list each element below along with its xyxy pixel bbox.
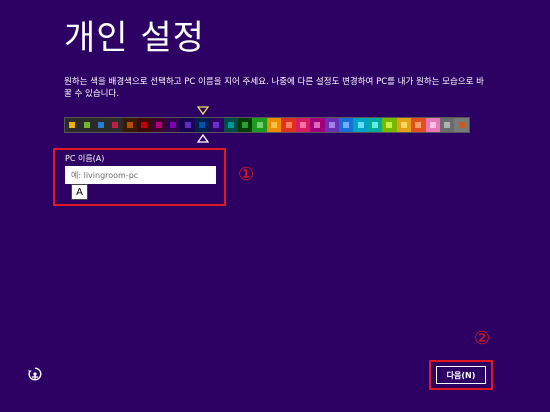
color-swatch[interactable]	[165, 118, 181, 132]
color-swatch[interactable]	[367, 118, 383, 132]
color-swatch[interactable]	[310, 118, 325, 132]
color-swatch-chip	[155, 122, 162, 128]
color-swatch-chip	[386, 122, 393, 128]
annotation-number-2: ②	[474, 328, 491, 349]
color-swatch-chip	[444, 122, 451, 128]
color-swatch-chip	[458, 122, 465, 128]
color-swatch[interactable]	[295, 118, 311, 132]
color-swatch-chip	[199, 122, 205, 128]
color-swatch[interactable]	[353, 118, 368, 132]
color-swatch-chip	[328, 122, 335, 128]
color-palette[interactable]	[64, 117, 470, 133]
next-button[interactable]: 다음(N)	[435, 365, 487, 385]
color-swatch[interactable]	[266, 118, 282, 132]
color-swatch-chip	[170, 122, 177, 128]
color-swatch-chip	[227, 122, 234, 128]
page-title: 개인 설정	[64, 18, 205, 58]
color-swatch[interactable]	[93, 118, 109, 132]
color-swatch[interactable]	[137, 118, 152, 132]
color-swatch-chip	[184, 122, 191, 128]
color-swatch[interactable]	[339, 118, 354, 132]
color-swatch[interactable]	[324, 118, 340, 132]
color-swatch-chip	[415, 122, 422, 128]
color-swatch-chip	[343, 122, 350, 128]
color-swatch-chip	[299, 122, 306, 128]
color-swatch-chip	[400, 122, 407, 128]
color-swatch[interactable]	[79, 118, 94, 132]
color-swatch-chip	[242, 122, 249, 128]
ease-of-access-icon[interactable]	[27, 366, 43, 382]
color-swatch[interactable]	[122, 118, 138, 132]
color-swatch[interactable]	[382, 118, 397, 132]
color-swatch-chip	[271, 122, 278, 128]
color-swatch-chip	[372, 122, 379, 128]
color-swatch[interactable]	[396, 118, 412, 132]
color-swatch-chip	[126, 122, 133, 128]
color-swatch-chip	[69, 122, 76, 128]
color-swatch-chip	[112, 122, 119, 128]
color-swatch[interactable]	[209, 118, 224, 132]
color-swatch-chip	[141, 122, 148, 128]
color-swatch[interactable]	[194, 118, 210, 132]
color-swatch[interactable]	[223, 118, 239, 132]
color-swatch[interactable]	[439, 118, 455, 132]
color-swatch[interactable]	[238, 118, 253, 132]
color-swatch-chip	[256, 122, 263, 128]
annotation-number-1: ①	[238, 164, 255, 185]
color-swatch[interactable]	[281, 118, 296, 132]
color-swatch-chip	[213, 122, 220, 128]
triangle-down-icon	[197, 106, 209, 116]
color-swatch-chip	[314, 122, 321, 128]
color-swatch[interactable]	[108, 118, 123, 132]
color-swatch-chip	[429, 122, 436, 128]
color-swatch[interactable]	[454, 118, 469, 132]
color-swatch[interactable]	[65, 118, 80, 132]
triangle-up-icon	[197, 134, 209, 143]
color-swatch-chip	[83, 122, 90, 128]
color-swatch-chip	[357, 122, 364, 128]
color-swatch[interactable]	[411, 118, 426, 132]
color-swatch[interactable]	[180, 118, 195, 132]
page-description: 원하는 색을 배경색으로 선택하고 PC 이름을 지어 주세요. 나중에 다른 …	[64, 77, 484, 99]
color-swatch[interactable]	[425, 118, 440, 132]
color-swatch-chip	[285, 122, 292, 128]
color-swatch[interactable]	[252, 118, 267, 132]
color-swatch-chip	[98, 122, 105, 128]
annotation-box-1	[53, 148, 226, 206]
color-swatch[interactable]	[151, 118, 166, 132]
